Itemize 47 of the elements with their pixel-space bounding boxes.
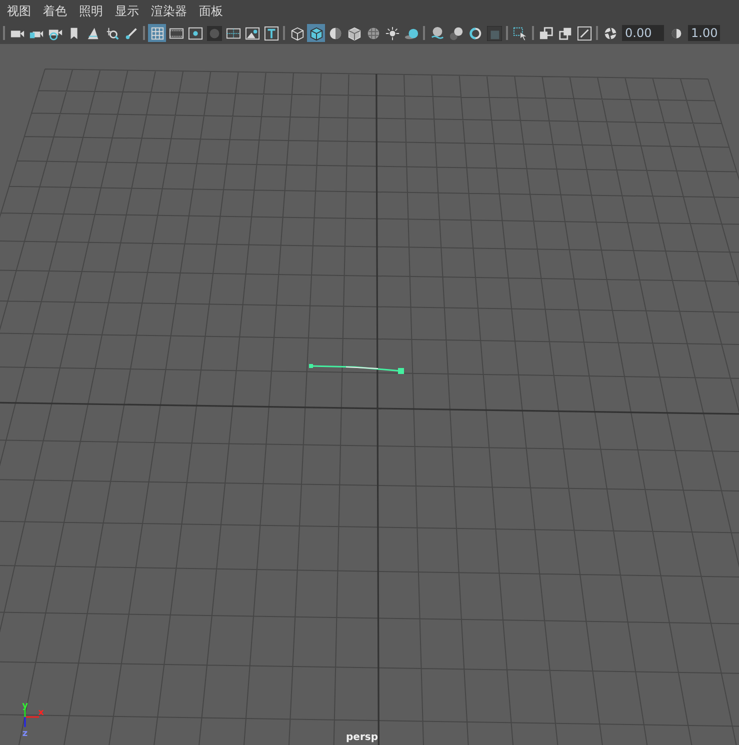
aperture-icon bbox=[602, 26, 618, 40]
toolbar-handle[interactable] bbox=[3, 26, 5, 40]
curve[interactable] bbox=[309, 364, 404, 374]
overlapping-squares-icon bbox=[538, 26, 554, 40]
shaded-cube-button[interactable] bbox=[307, 24, 325, 42]
half-shaded-sphere-icon bbox=[328, 26, 342, 40]
toolbar-handle[interactable] bbox=[596, 26, 598, 40]
film-strip-icon bbox=[168, 26, 184, 40]
light-bulb-icon bbox=[384, 26, 400, 40]
menu-item[interactable]: 面板 bbox=[199, 0, 231, 22]
shaded-cube-icon bbox=[308, 26, 324, 40]
wireframe-cube-icon bbox=[290, 26, 304, 40]
brush-icon bbox=[124, 26, 138, 40]
toolbar-handle[interactable] bbox=[506, 26, 508, 40]
toolbar-handle[interactable] bbox=[143, 26, 145, 40]
axis-label: y bbox=[22, 701, 28, 711]
squares-icon bbox=[558, 26, 572, 40]
menu-item[interactable]: 照明 bbox=[79, 0, 111, 22]
number-field[interactable]: 1.00 bbox=[688, 25, 720, 41]
number-field[interactable]: 0.00 bbox=[622, 25, 664, 41]
type-icon bbox=[264, 26, 278, 40]
magnifier-icon bbox=[104, 26, 120, 40]
dark-circle-icon bbox=[206, 26, 222, 40]
axis-label: x bbox=[38, 708, 44, 718]
type-button[interactable] bbox=[262, 24, 280, 42]
menu-item[interactable]: 视图 bbox=[7, 0, 39, 22]
textured-cube-icon bbox=[346, 26, 362, 40]
ring-icon bbox=[468, 26, 482, 40]
axis-label: z bbox=[22, 729, 28, 739]
marquee-select-icon bbox=[512, 26, 528, 40]
grid-icon bbox=[150, 26, 164, 40]
menu-item[interactable]: 显示 bbox=[115, 0, 147, 22]
toolbar-handle[interactable] bbox=[283, 26, 285, 40]
two-spheres-icon bbox=[448, 26, 464, 40]
toolbar-handle[interactable] bbox=[532, 26, 534, 40]
viewport[interactable]: x y z persp bbox=[0, 44, 739, 745]
camera-label: persp bbox=[346, 732, 378, 743]
image-icon bbox=[244, 26, 260, 40]
safe-frame-icon bbox=[226, 26, 240, 40]
sphere-icon bbox=[430, 26, 444, 40]
axis-gizmo-icon bbox=[24, 709, 39, 727]
menu-item[interactable]: 着色 bbox=[43, 0, 75, 22]
light-bulb-button[interactable] bbox=[383, 24, 401, 42]
toolbar-handle[interactable] bbox=[423, 26, 425, 40]
menu-item[interactable]: 渲染器 bbox=[151, 0, 195, 22]
overlapping-squares-button[interactable] bbox=[537, 24, 555, 42]
striped-sphere-icon bbox=[366, 26, 380, 40]
